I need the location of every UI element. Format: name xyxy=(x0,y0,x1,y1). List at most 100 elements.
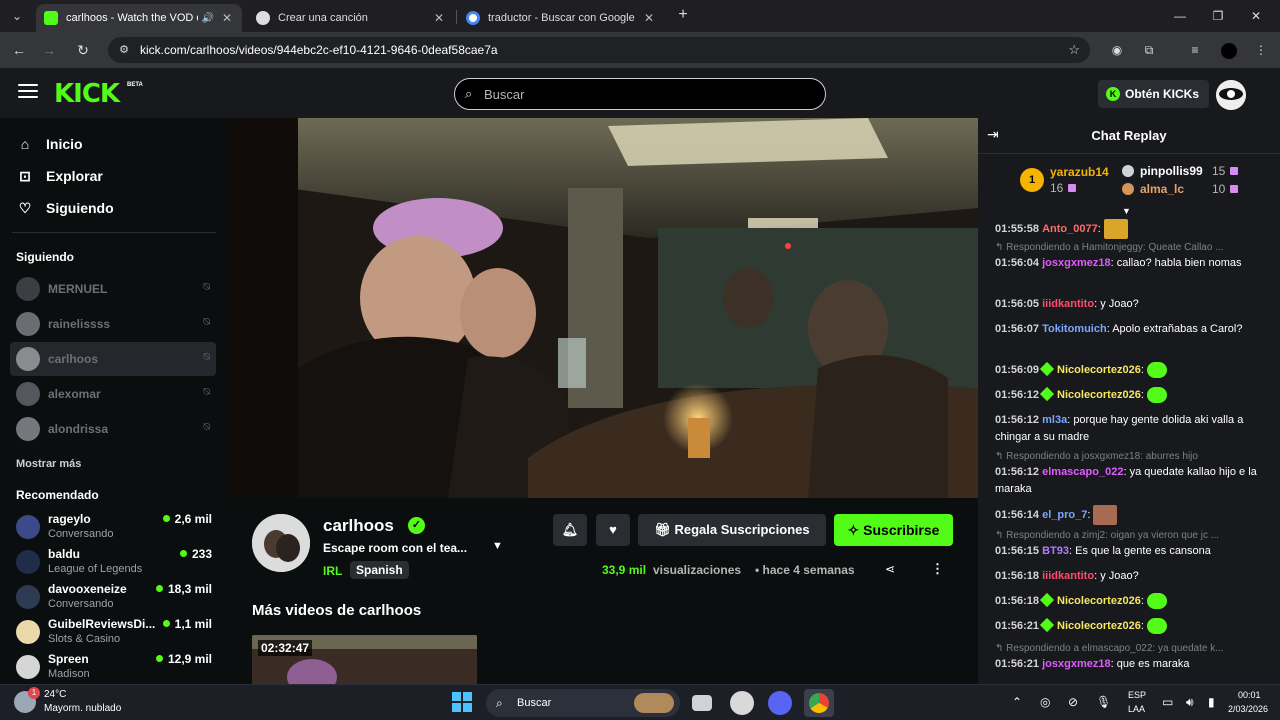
leader-name[interactable]: alma_lc xyxy=(1140,182,1184,196)
leader-name[interactable]: yarazub14 xyxy=(1050,165,1109,179)
address-bar[interactable]: ⚙ kick.com/carlhoos/videos/944ebc2c-ef10… xyxy=(108,37,1090,63)
video-player[interactable] xyxy=(228,118,978,498)
message-user[interactable]: elmascapo_022 xyxy=(1042,466,1123,478)
category-tag[interactable]: IRL xyxy=(323,564,342,578)
windows-start-icon[interactable] xyxy=(452,692,472,712)
sidebar-item-explorar[interactable]: ⊡ Explorar xyxy=(16,166,103,186)
discord-app-icon[interactable] xyxy=(768,691,792,715)
message-user[interactable]: el_pro_7 xyxy=(1042,509,1087,521)
minimize-icon[interactable]: — xyxy=(1170,6,1190,26)
browser-menu-icon[interactable]: ⋮ xyxy=(1252,41,1270,59)
recommended-channel[interactable]: rageylo Conversando 2,6 mil xyxy=(16,512,216,544)
keyboard-layout[interactable]: LAA xyxy=(1128,704,1145,714)
site-info-icon[interactable]: ⚙ xyxy=(116,42,132,58)
extensions-icon[interactable]: ⧉ xyxy=(1140,41,1158,59)
following-channel[interactable]: rainelissss ⍉ xyxy=(10,307,216,341)
sidebar-item-siguiendo[interactable]: ♡ Siguiendo xyxy=(16,198,114,218)
reply-reference[interactable]: ↰ Respondiendo a josxgxmez18: aburres hi… xyxy=(995,451,1265,462)
weather-condition[interactable]: Mayorm. nublado xyxy=(44,703,121,714)
obs-app-icon[interactable] xyxy=(730,691,754,715)
message-user[interactable]: Nicolecortez026 xyxy=(1057,620,1141,632)
clock-time[interactable]: 00:01 xyxy=(1238,690,1261,700)
media-control-icon[interactable]: ≡ xyxy=(1186,41,1204,59)
channel-avatar[interactable] xyxy=(252,514,310,572)
back-icon[interactable]: ← xyxy=(10,41,28,59)
bookmark-star-icon[interactable]: ☆ xyxy=(1068,42,1080,58)
browser-tab-kick[interactable]: carlhoos - Watch the VOD o 🔊 ✕ xyxy=(36,4,242,32)
app-tray-icon[interactable]: ◎ xyxy=(1040,695,1050,709)
message-user[interactable]: Nicolecortez026 xyxy=(1057,364,1141,376)
recommended-channel[interactable]: davooxeneize Conversando 18,3 mil xyxy=(16,582,216,614)
recommended-channel[interactable]: Spreen Madison 12,9 mil xyxy=(16,652,216,684)
network-icon[interactable]: ▭ xyxy=(1162,695,1173,709)
search-input[interactable]: ⌕ Buscar xyxy=(454,78,826,110)
follow-heart-button[interactable]: ♥ xyxy=(596,514,630,546)
browser-tab-song[interactable]: Crear una canción ✕ xyxy=(248,4,454,32)
chevron-down-icon[interactable]: ▼ xyxy=(492,540,503,552)
following-channel[interactable]: MERNUEL ⍉ xyxy=(10,272,216,306)
file-explorer-icon[interactable] xyxy=(692,695,712,711)
chevron-up-icon[interactable]: ⌃ xyxy=(1012,695,1022,709)
kick-logo[interactable]: KICK xyxy=(54,79,120,109)
close-tab-icon[interactable]: ✕ xyxy=(432,11,446,25)
browser-tab-google[interactable]: traductor - Buscar con Google ✕ xyxy=(458,4,664,32)
microphone-icon[interactable]: 🎙︎ xyxy=(1096,695,1111,709)
close-tab-icon[interactable]: ✕ xyxy=(642,11,656,25)
get-kicks-button[interactable]: K Obtén KICKs xyxy=(1098,80,1209,108)
url-text[interactable]: kick.com/carlhoos/videos/944ebc2c-ef10-4… xyxy=(140,43,498,57)
subscribe-button[interactable]: ✧ Suscribirse xyxy=(834,514,953,546)
chat-message: 01:56:04 josxgxmez18: callao? habla bien… xyxy=(995,257,1242,269)
maximize-icon[interactable]: ❐ xyxy=(1208,6,1228,26)
show-more-link[interactable]: Mostrar más xyxy=(16,458,81,470)
following-channel-selected[interactable]: carlhoos ⍉ xyxy=(10,342,216,376)
os-taskbar: 1 24°C Mayorm. nublado ⌕ Buscar ⌃ ◎ ⊘ 🎙︎… xyxy=(0,684,1280,720)
reload-icon[interactable]: ↻ xyxy=(74,41,92,59)
incognito-icon[interactable]: ◉ xyxy=(1108,41,1126,59)
live-dot-icon xyxy=(162,515,170,522)
recommended-channel[interactable]: GuibelReviewsDi... Slots & Casino 1,1 mi… xyxy=(16,617,216,649)
close-window-icon[interactable]: ✕ xyxy=(1246,6,1266,26)
hamburger-menu-icon[interactable] xyxy=(18,84,38,102)
message-user[interactable]: josxgxmez18 xyxy=(1042,257,1110,269)
close-tab-icon[interactable]: ✕ xyxy=(220,11,234,25)
language-tag[interactable]: Spanish xyxy=(350,561,409,579)
message-user[interactable]: ml3a xyxy=(1042,414,1067,426)
message-user[interactable]: iiidkantito xyxy=(1042,570,1094,582)
share-icon[interactable]: ⋖ xyxy=(885,562,895,576)
channel-name[interactable]: carlhoos xyxy=(323,516,394,536)
speaker-icon[interactable]: 🔊 xyxy=(202,13,214,24)
taskbar-search[interactable]: ⌕ Buscar xyxy=(486,689,680,717)
more-options-icon[interactable]: ⋮ xyxy=(931,561,944,577)
video-thumbnail[interactable]: 02:32:47 xyxy=(252,635,477,684)
reply-reference[interactable]: ↰ Respondiendo a elmascapo_022: ya queda… xyxy=(995,643,1265,654)
message-user[interactable]: iiidkantito xyxy=(1042,298,1094,310)
battery-icon[interactable]: ▮ xyxy=(1208,695,1215,709)
emote-image xyxy=(1146,618,1167,635)
tab-search-icon[interactable]: ⌄ xyxy=(8,7,26,25)
message-user[interactable]: josxgxmez18 xyxy=(1042,658,1110,670)
clock-date[interactable]: 2/03/2026 xyxy=(1228,704,1268,714)
leader-name[interactable]: pinpollis99 xyxy=(1140,164,1203,178)
chrome-app-icon[interactable] xyxy=(804,689,834,717)
keyboard-language[interactable]: ESP xyxy=(1128,690,1146,700)
recommended-channel[interactable]: baldu League of Legends 233 xyxy=(16,547,216,579)
user-avatar[interactable] xyxy=(1216,80,1246,110)
message-user[interactable]: BT93 xyxy=(1042,545,1069,557)
notification-bell-button[interactable]: 🔔︎ xyxy=(553,514,587,546)
reply-reference[interactable]: ↰ Respondiendo a Hamitonjeggy: Queate Ca… xyxy=(995,242,1265,253)
message-user[interactable]: Tokitomuich xyxy=(1042,323,1107,335)
weather-temp[interactable]: 24°C xyxy=(44,689,66,700)
message-user[interactable]: Nicolecortez026 xyxy=(1057,389,1141,401)
following-channel[interactable]: alexomar ⍉ xyxy=(10,377,216,411)
sidebar-item-inicio[interactable]: ⌂ Inicio xyxy=(16,134,83,154)
message-user[interactable]: Anto_0077 xyxy=(1042,223,1098,235)
message-user[interactable]: Nicolecortez026 xyxy=(1057,595,1141,607)
new-tab-button[interactable]: + xyxy=(674,6,692,26)
gift-subs-button[interactable]: 🎁︎ Regala Suscripciones xyxy=(638,514,826,546)
following-channel[interactable]: alondrissa ⍉ xyxy=(10,412,216,446)
forward-icon[interactable]: → xyxy=(40,41,58,59)
profile-avatar-icon[interactable] xyxy=(1220,41,1238,59)
reply-reference[interactable]: ↰ Respondiendo a zimj2: oigan ya vieron … xyxy=(995,530,1265,541)
vpn-icon[interactable]: ⊘ xyxy=(1068,695,1078,709)
volume-icon[interactable]: 🔊︎ xyxy=(1186,695,1194,710)
